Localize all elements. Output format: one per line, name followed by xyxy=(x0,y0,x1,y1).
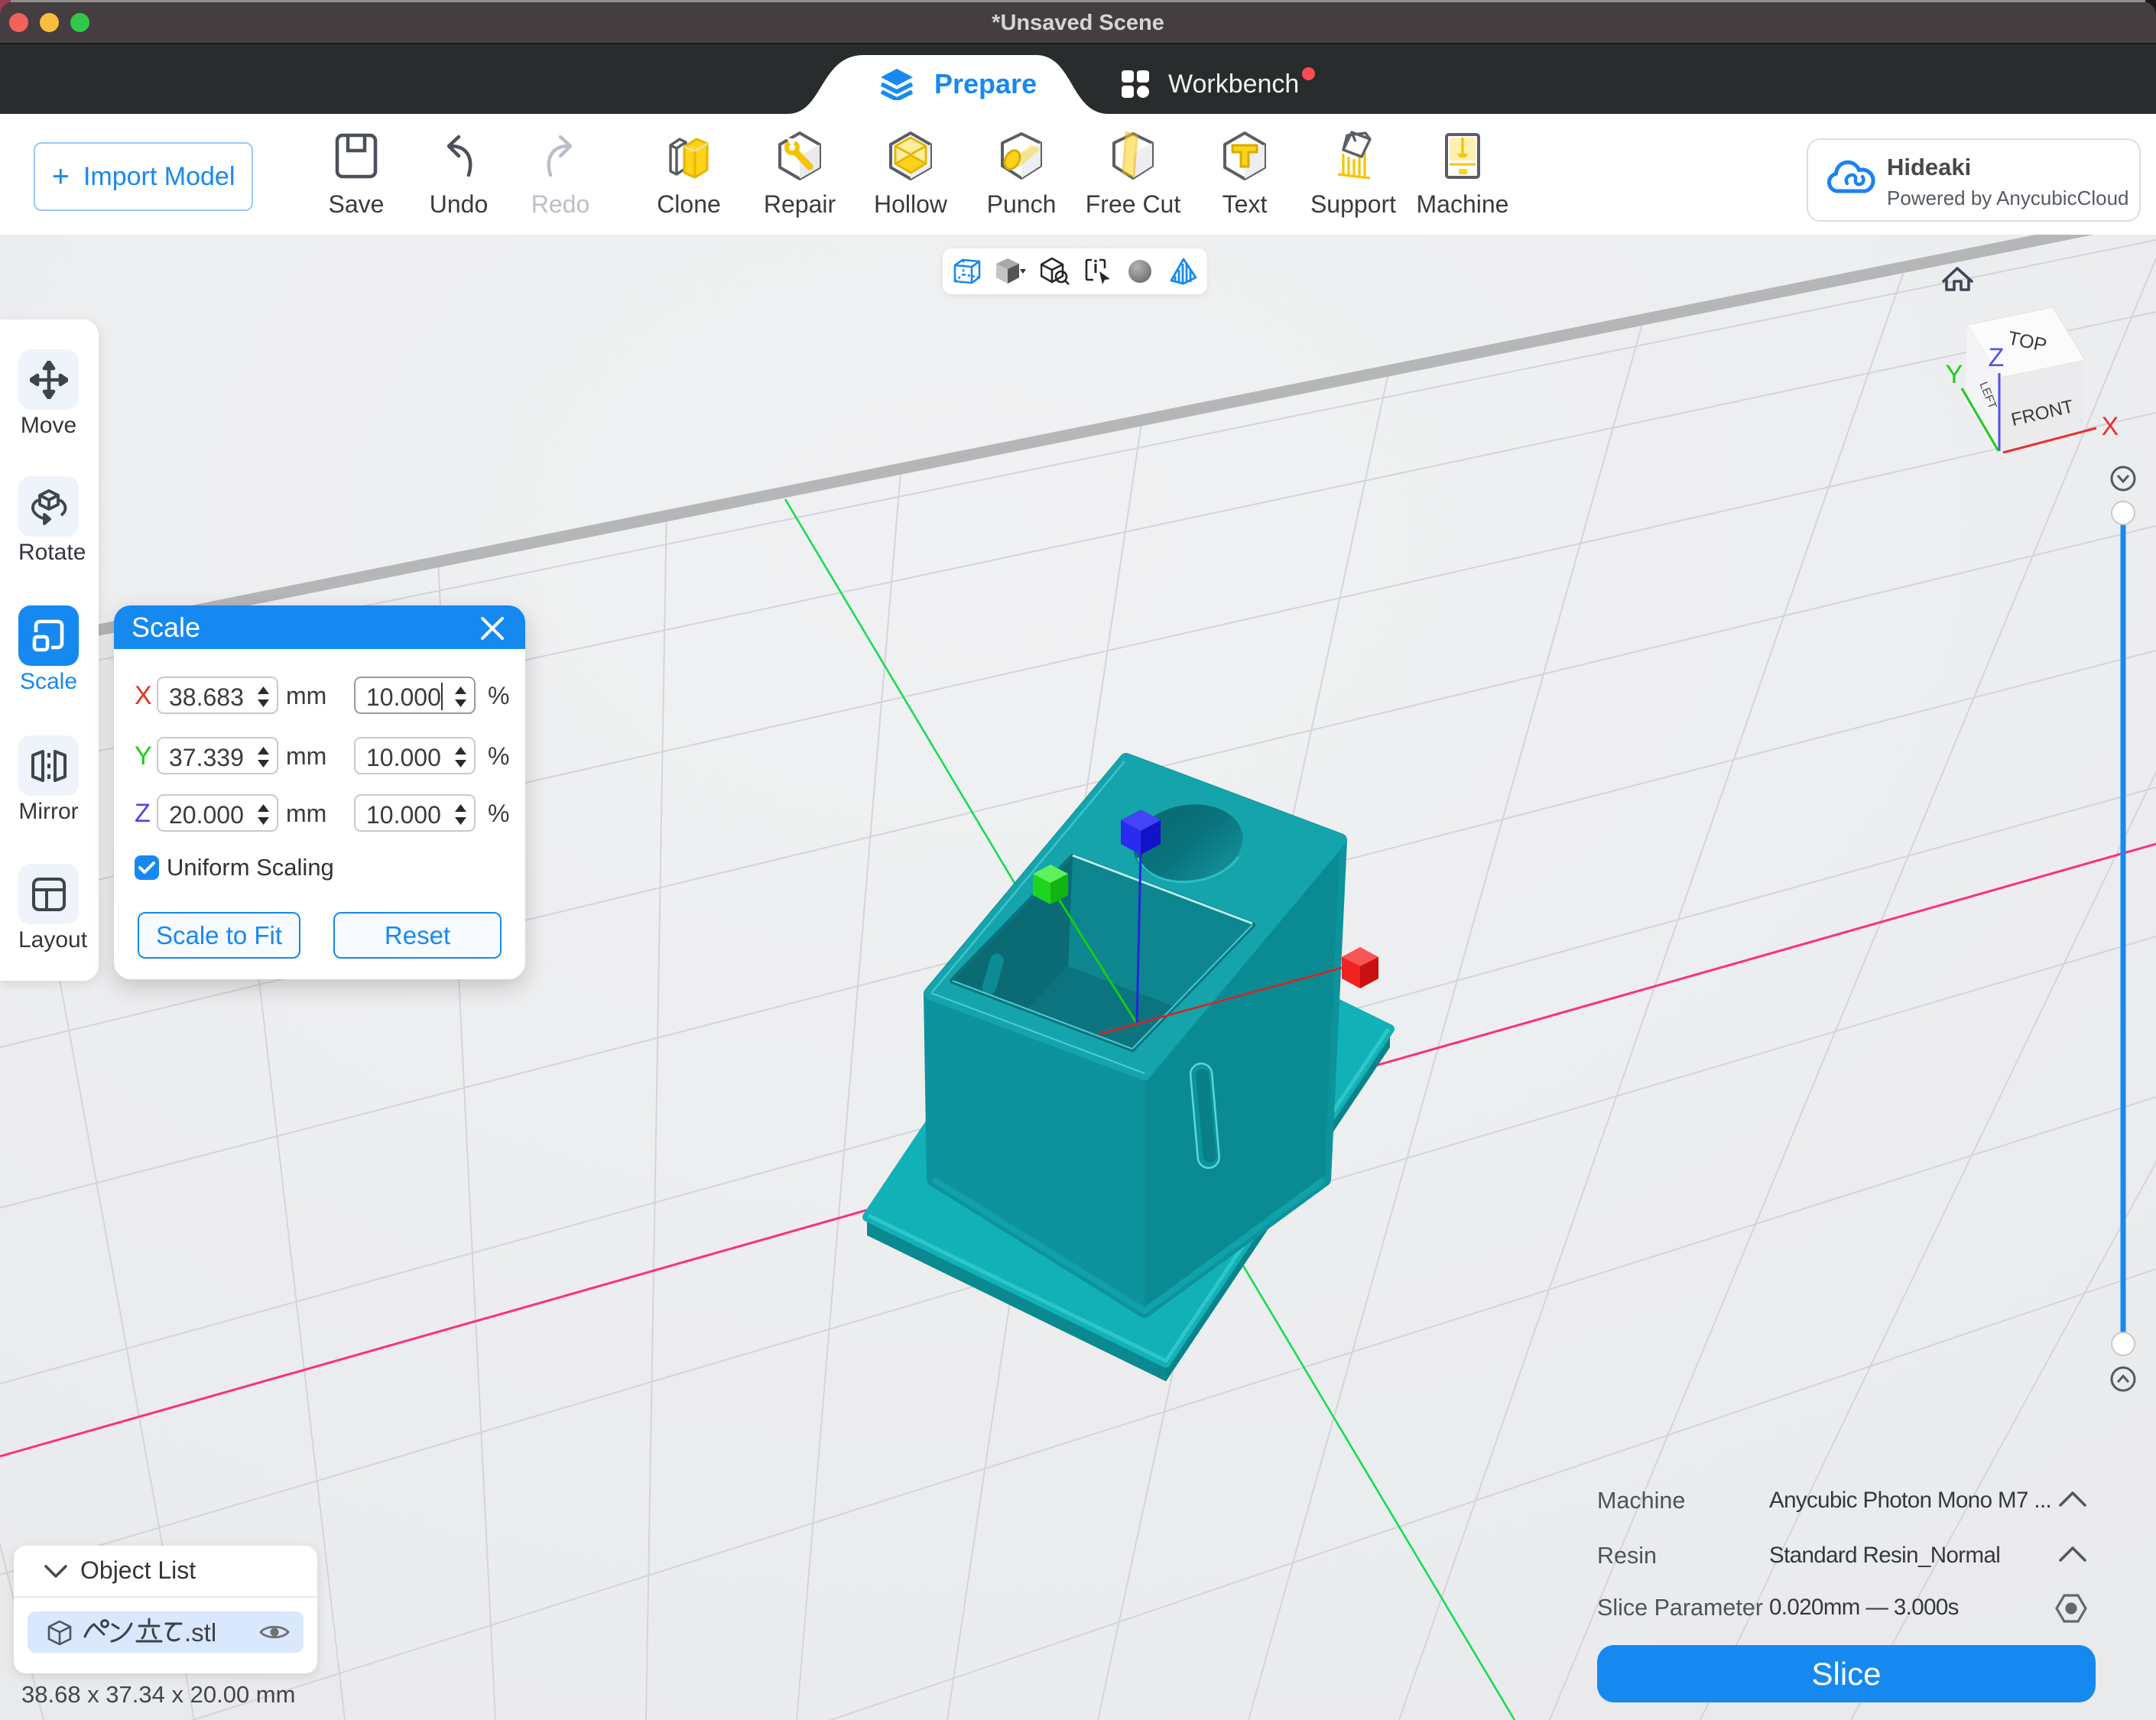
svg-text:X: X xyxy=(2102,412,2119,441)
svg-text:Y: Y xyxy=(1946,360,1963,389)
svg-text:Z: Z xyxy=(1989,343,2005,372)
